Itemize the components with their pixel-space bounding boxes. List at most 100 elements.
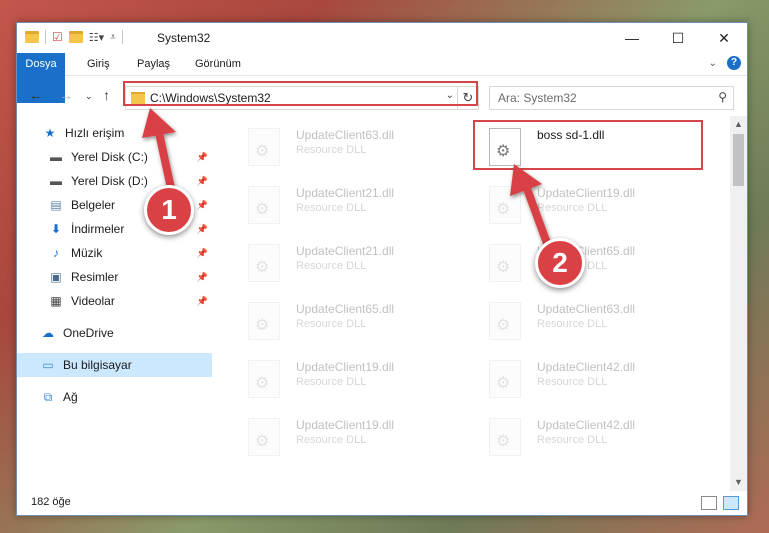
gear-icon: ⚙ bbox=[496, 201, 511, 218]
address-bar-highlight bbox=[123, 81, 478, 106]
divider bbox=[121, 30, 123, 44]
sidebar-item-network[interactable]: ⧉ Ağ bbox=[17, 385, 212, 409]
file-item[interactable]: ⚙ UpdateClient21.dll Resource DLL bbox=[234, 238, 464, 288]
videos-icon: ▦ bbox=[50, 294, 62, 308]
sidebar-item-label: Hızlı erişim bbox=[65, 126, 125, 140]
search-placeholder[interactable]: Ara: System32 bbox=[498, 91, 577, 105]
file-name: UpdateClient19.dll bbox=[296, 418, 395, 432]
sidebar-item-label: Resimler bbox=[71, 270, 119, 284]
sidebar-item-quick-access[interactable]: ★ Hızlı erişim bbox=[17, 121, 212, 145]
file-item[interactable]: ⚙ UpdateClient63.dll Resource DLL bbox=[475, 296, 705, 346]
file-item[interactable]: ⚙ UpdateClient21.dll Resource DLL bbox=[234, 180, 464, 230]
dll-file-icon: ⚙ bbox=[248, 186, 280, 224]
sidebar-item-label: Yerel Disk (D:) bbox=[71, 174, 148, 188]
sidebar-item-videos[interactable]: ▦ Videolar 📌 bbox=[17, 289, 212, 313]
help-icon[interactable]: ? bbox=[727, 56, 741, 70]
gear-icon: ⚙ bbox=[496, 259, 511, 276]
tab-share[interactable]: Paylaş bbox=[127, 53, 180, 75]
view-options-icon[interactable]: ☷▾ bbox=[89, 31, 104, 44]
pin-icon[interactable]: 📌 bbox=[197, 152, 208, 163]
step-badge-2: 2 bbox=[535, 238, 585, 288]
search-box[interactable]: Ara: System32 ⚲ bbox=[489, 86, 734, 110]
recent-locations-icon[interactable]: ⌄ bbox=[85, 91, 93, 102]
folder-icon[interactable] bbox=[25, 31, 39, 43]
file-type: Resource DLL bbox=[296, 260, 367, 272]
file-item[interactable]: ⚙ UpdateClient19.dll Resource DLL bbox=[475, 180, 705, 230]
sidebar-item-local-disk-c[interactable]: ▬ Yerel Disk (C:) 📌 bbox=[17, 145, 212, 169]
pin-icon[interactable]: 📌 bbox=[197, 200, 208, 211]
details-view-icon[interactable] bbox=[701, 496, 717, 510]
back-arrow-icon[interactable]: ← bbox=[29, 87, 43, 103]
file-name: UpdateClient63.dll bbox=[537, 302, 636, 316]
sidebar-item-this-pc[interactable]: ▭ Bu bilgisayar bbox=[17, 353, 212, 377]
file-item-boss-sd-1[interactable]: ⚙ boss sd-1.dll bbox=[473, 120, 703, 170]
sidebar-item-pictures[interactable]: ▣ Resimler 📌 bbox=[17, 265, 212, 289]
file-item[interactable]: ⚙ UpdateClient19.dll Resource DLL bbox=[234, 412, 464, 462]
pin-icon[interactable]: 📌 bbox=[197, 296, 208, 307]
new-folder-icon[interactable] bbox=[68, 31, 83, 43]
dll-file-icon: ⚙ bbox=[489, 360, 521, 398]
pin-icon[interactable]: 📌 bbox=[197, 176, 208, 187]
dll-file-icon: ⚙ bbox=[248, 302, 280, 340]
drive-icon: ▬ bbox=[50, 174, 62, 188]
music-icon: ♪ bbox=[53, 246, 59, 260]
file-name: UpdateClient21.dll bbox=[296, 244, 395, 258]
gear-icon: ⚙ bbox=[496, 143, 511, 160]
gear-icon: ⚙ bbox=[496, 375, 511, 392]
divider bbox=[45, 30, 46, 44]
ribbon-tabs: Dosya Giriş Paylaş Görünüm ⌄ ? bbox=[17, 53, 747, 103]
sidebar-item-label: Videolar bbox=[71, 294, 115, 308]
minimize-button[interactable]: — bbox=[609, 23, 655, 53]
sidebar-item-onedrive[interactable]: ☁ OneDrive bbox=[17, 321, 212, 345]
file-item[interactable]: ⚙ UpdateClient63.dll Resource DLL bbox=[234, 122, 464, 172]
file-list: ⚙ UpdateClient63.dll Resource DLL ⚙ Upda… bbox=[222, 116, 722, 491]
file-name: UpdateClient42.dll bbox=[537, 360, 636, 374]
maximize-button[interactable]: ☐ bbox=[655, 23, 701, 53]
dll-file-icon: ⚙ bbox=[248, 418, 280, 456]
file-name: UpdateClient63.dll bbox=[296, 128, 395, 142]
dll-file-icon: ⚙ bbox=[248, 244, 280, 282]
pin-icon[interactable]: 📌 bbox=[197, 248, 208, 259]
tab-home[interactable]: Giriş bbox=[77, 53, 120, 75]
dll-file-icon: ⚙ bbox=[248, 360, 280, 398]
sidebar-item-music[interactable]: ♪ Müzik 📌 bbox=[17, 241, 212, 265]
sidebar-item-label: Yerel Disk (C:) bbox=[71, 150, 148, 164]
close-button[interactable]: ✕ bbox=[701, 23, 747, 53]
dll-file-icon: ⚙ bbox=[489, 244, 521, 282]
dll-file-icon: ⚙ bbox=[489, 186, 521, 224]
expand-ribbon-icon[interactable]: ⌄ bbox=[709, 58, 717, 69]
network-icon: ⧉ bbox=[43, 389, 53, 404]
scroll-thumb[interactable] bbox=[733, 134, 744, 186]
sidebar-item-label: Belgeler bbox=[71, 198, 116, 212]
vertical-scrollbar[interactable]: ▲ ▼ bbox=[730, 116, 747, 491]
search-icon[interactable]: ⚲ bbox=[718, 90, 727, 104]
scroll-down-icon[interactable]: ▼ bbox=[730, 474, 747, 491]
gear-icon: ⚙ bbox=[255, 375, 270, 392]
gear-icon: ⚙ bbox=[255, 433, 270, 450]
tiles-view-icon[interactable] bbox=[723, 496, 739, 510]
gear-icon: ⚙ bbox=[255, 201, 270, 218]
file-name: UpdateClient65.dll bbox=[296, 302, 395, 316]
tab-view[interactable]: Görünüm bbox=[185, 53, 251, 75]
file-item[interactable]: ⚙ UpdateClient65.dll Resource DLL bbox=[234, 296, 464, 346]
pin-icon[interactable]: 📌 bbox=[197, 224, 208, 235]
status-bar: 182 öğe bbox=[17, 491, 747, 515]
gear-icon: ⚙ bbox=[255, 143, 270, 160]
view-switcher bbox=[701, 496, 739, 510]
file-item[interactable]: ⚙ UpdateClient42.dll Resource DLL bbox=[475, 354, 705, 404]
file-item[interactable]: ⚙ UpdateClient42.dll Resource DLL bbox=[475, 412, 705, 462]
file-item[interactable]: ⚙ UpdateClient19.dll Resource DLL bbox=[234, 354, 464, 404]
scroll-up-icon[interactable]: ▲ bbox=[730, 116, 747, 133]
file-type: Resource DLL bbox=[296, 318, 367, 330]
properties-icon[interactable]: ☑ bbox=[52, 30, 63, 44]
up-arrow-icon[interactable]: ↑ bbox=[103, 87, 110, 103]
dll-file-icon: ⚙ bbox=[489, 418, 521, 456]
pin-icon[interactable]: 📌 bbox=[197, 272, 208, 283]
file-name: UpdateClient19.dll bbox=[296, 360, 395, 374]
file-item[interactable]: ⚙ UpdateClient65.dll Resource DLL bbox=[475, 238, 705, 288]
forward-arrow-icon[interactable]: → bbox=[59, 87, 73, 103]
sidebar-item-label: Bu bilgisayar bbox=[63, 358, 132, 372]
gear-icon: ⚙ bbox=[496, 317, 511, 334]
file-type: Resource DLL bbox=[296, 144, 367, 156]
customize-toolbar-icon[interactable]: ⩡ bbox=[110, 32, 116, 43]
